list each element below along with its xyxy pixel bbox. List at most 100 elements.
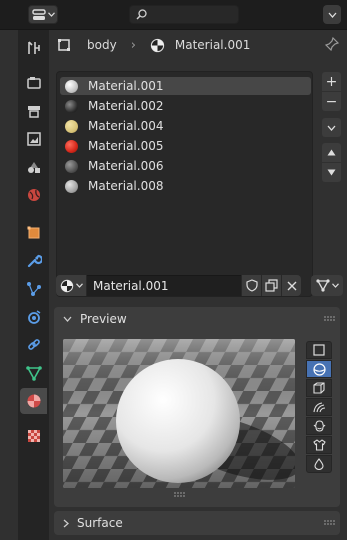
tab-particles[interactable]: [20, 276, 47, 302]
chevron-down-icon: [63, 316, 72, 322]
panel-title: Surface: [77, 516, 123, 530]
remove-slot-button[interactable]: −: [322, 92, 341, 111]
breadcrumb-separator: ›: [130, 37, 136, 53]
tab-physics[interactable]: [20, 304, 47, 330]
material-icon: [150, 38, 165, 52]
pin-icon[interactable]: [325, 37, 339, 51]
chevron-down-icon: [75, 283, 83, 288]
breadcrumb-material: Material.001: [174, 38, 251, 52]
scene-icon: [27, 162, 40, 173]
tab-render[interactable]: [20, 70, 47, 96]
tab-scene[interactable]: [20, 154, 47, 180]
material-name-field[interactable]: Material.001: [87, 275, 241, 296]
material-preview-icon: [65, 79, 78, 93]
editor-type-button[interactable]: [28, 5, 58, 24]
tab-object[interactable]: [20, 220, 47, 246]
material-icon: [27, 394, 40, 408]
preview-cloth-button[interactable]: [306, 436, 332, 454]
tab-texture[interactable]: [20, 423, 47, 449]
material-preview-render: [63, 339, 295, 488]
unlink-material-button[interactable]: [282, 275, 301, 296]
material-selector: Material.001: [56, 275, 343, 297]
constraints-icon: [27, 339, 40, 350]
material-slot-list: Material.001 Material.002 Material.004 M…: [56, 71, 313, 297]
move-slot-up-button[interactable]: [322, 143, 341, 162]
tab-data[interactable]: [20, 360, 47, 386]
mesh-object-icon: [58, 39, 70, 51]
material-preview-icon: [65, 119, 78, 133]
search-field[interactable]: [129, 5, 239, 24]
material-icon: [60, 279, 73, 292]
physics-icon: [27, 310, 40, 324]
preview-scene: [63, 339, 295, 488]
tab-modifiers[interactable]: [20, 248, 47, 274]
preview-sphere-button[interactable]: [306, 360, 332, 378]
triangle-up-icon: [327, 149, 336, 156]
tab-material[interactable]: [20, 388, 47, 414]
fluid-icon: [314, 458, 324, 470]
object-icon: [27, 226, 39, 239]
surface-panel-header[interactable]: Surface: [54, 511, 340, 535]
editor-header: [0, 0, 347, 30]
close-icon: [287, 281, 296, 290]
preview-resize-handle[interactable]: [174, 492, 185, 497]
tab-constraints[interactable]: [20, 332, 47, 358]
duplicate-material-button[interactable]: [262, 275, 281, 296]
breadcrumb-object: body: [87, 38, 117, 52]
tab-output[interactable]: [20, 98, 47, 124]
list-item[interactable]: Material.008: [60, 177, 311, 195]
modifier-icon: [27, 254, 42, 268]
list-item[interactable]: Material.004: [60, 117, 311, 135]
world-icon: [27, 189, 40, 201]
move-slot-down-button[interactable]: [322, 163, 341, 182]
monkey-icon: [312, 420, 326, 432]
material-preview-icon: [65, 99, 78, 113]
duplicate-icon: [265, 279, 278, 292]
preview-hair-button[interactable]: [306, 398, 332, 416]
material-preview-icon: [65, 159, 78, 173]
list-item[interactable]: Material.005: [60, 137, 311, 155]
preview-flat-button[interactable]: [306, 341, 332, 359]
data-icon: [315, 279, 330, 292]
panel-drag-handle[interactable]: [324, 316, 335, 321]
particles-icon: [26, 282, 41, 296]
data-icon: [25, 366, 42, 381]
preview-fluid-button[interactable]: [306, 455, 332, 473]
render-icon: [26, 77, 41, 89]
slot-label: Material.008: [88, 179, 164, 193]
hair-icon: [312, 402, 325, 413]
preview-panel: Preview: [54, 307, 340, 507]
preview-panel-header[interactable]: Preview: [54, 307, 340, 331]
options-dropdown-button[interactable]: [323, 5, 341, 24]
slot-label: Material.002: [88, 99, 164, 113]
tab-tool[interactable]: [20, 35, 47, 61]
properties-tab-bar: [18, 30, 49, 540]
list-item[interactable]: Material.001: [60, 77, 311, 95]
cube-icon: [313, 382, 325, 394]
view-layer-icon: [26, 132, 41, 146]
add-slot-button[interactable]: +: [322, 72, 341, 91]
search-icon: [136, 9, 147, 20]
tab-view-layer[interactable]: [20, 126, 47, 152]
tab-world[interactable]: [20, 182, 47, 208]
search-input[interactable]: [151, 8, 231, 21]
browse-material-button[interactable]: [56, 275, 86, 296]
plus-icon: +: [325, 73, 338, 90]
material-preview-icon: [65, 179, 78, 193]
chevron-down-icon: [327, 125, 336, 131]
link-type-dropdown[interactable]: [311, 275, 343, 296]
breadcrumb: body › Material.001: [49, 30, 347, 60]
material-properties: body › Material.001 Material.001 Materia…: [49, 30, 347, 540]
preview-monkey-button[interactable]: [306, 417, 332, 435]
tool-icon: [27, 41, 40, 54]
slot-specials-button[interactable]: [322, 118, 341, 137]
slot-label: Material.005: [88, 139, 164, 153]
list-item[interactable]: Material.006: [60, 157, 311, 175]
preview-cube-button[interactable]: [306, 379, 332, 397]
properties-editor-icon: [31, 8, 46, 20]
list-item[interactable]: Material.002: [60, 97, 311, 115]
chevron-right-icon: [63, 519, 69, 527]
panel-drag-handle[interactable]: [324, 520, 335, 525]
output-icon: [27, 106, 40, 118]
fake-user-button[interactable]: [242, 275, 261, 296]
